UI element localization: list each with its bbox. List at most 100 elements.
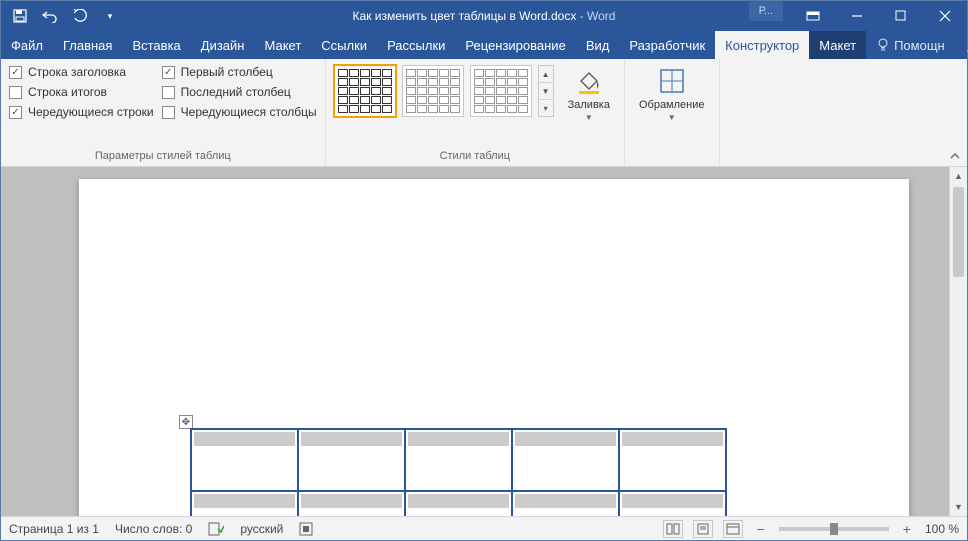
- group-label: Стили таблиц: [334, 148, 616, 164]
- maximize-button[interactable]: [879, 1, 923, 31]
- spellcheck-button[interactable]: [208, 522, 224, 536]
- chevron-up-icon: ▲: [539, 66, 553, 83]
- zoom-out-button[interactable]: −: [753, 521, 769, 537]
- ribbon-display-button[interactable]: [791, 1, 835, 31]
- zoom-slider-knob[interactable]: [830, 523, 838, 535]
- borders-button[interactable]: Обрамление ▼: [633, 63, 711, 124]
- checkbox-icon: [162, 106, 175, 119]
- scroll-up-button[interactable]: ▲: [950, 167, 967, 185]
- share-button[interactable]: [955, 37, 968, 53]
- save-icon: [13, 9, 27, 23]
- read-mode-icon: [666, 523, 680, 535]
- table-row: [191, 491, 726, 516]
- more-icon: ▾: [539, 100, 553, 116]
- close-button[interactable]: [923, 1, 967, 31]
- ribbon-display-icon: [806, 11, 820, 21]
- paint-bucket-icon: [573, 65, 605, 97]
- opt-last-col[interactable]: Последний столбец: [162, 85, 317, 99]
- opt-banded-rows[interactable]: Чередующиеся строки: [9, 105, 154, 119]
- redo-icon: [73, 9, 87, 23]
- document-table[interactable]: [190, 428, 727, 516]
- scroll-down-button[interactable]: ▼: [950, 498, 967, 516]
- zoom-level[interactable]: 100 %: [925, 522, 959, 536]
- scroll-thumb[interactable]: [953, 187, 964, 277]
- tab-developer[interactable]: Разработчик: [619, 31, 715, 59]
- print-layout-icon: [696, 523, 710, 535]
- scroll-track[interactable]: [950, 185, 967, 498]
- checkbox-icon: [9, 86, 22, 99]
- chevron-up-icon: [949, 150, 961, 162]
- zoom-slider[interactable]: [779, 527, 889, 531]
- table-styles-gallery: ▲ ▼ ▾: [334, 63, 554, 117]
- status-bar: Страница 1 из 1 Число слов: 0 русский − …: [1, 516, 967, 540]
- tab-mailings[interactable]: Рассылки: [377, 31, 455, 59]
- opt-banded-cols[interactable]: Чередующиеся столбцы: [162, 105, 317, 119]
- tab-view[interactable]: Вид: [576, 31, 620, 59]
- checkbox-icon: [9, 106, 22, 119]
- table-style-thumb[interactable]: [402, 65, 464, 117]
- page-indicator[interactable]: Страница 1 из 1: [9, 522, 99, 536]
- word-count[interactable]: Число слов: 0: [115, 522, 192, 536]
- document-area[interactable]: ✥: [1, 167, 949, 516]
- account-button[interactable]: Р...: [749, 1, 783, 21]
- quick-access-toolbar: ▾: [1, 3, 123, 29]
- opt-total-row[interactable]: Строка итогов: [9, 85, 154, 99]
- language-indicator[interactable]: русский: [240, 522, 283, 536]
- ribbon-tabs: Файл Главная Вставка Дизайн Макет Ссылки…: [1, 31, 967, 59]
- opt-header-row[interactable]: Строка заголовка: [9, 65, 154, 79]
- tab-table-design[interactable]: Конструктор: [715, 31, 809, 59]
- checkbox-icon: [162, 86, 175, 99]
- tab-table-layout[interactable]: Макет: [809, 31, 866, 59]
- print-layout-button[interactable]: [693, 520, 713, 538]
- window-controls: Р...: [749, 1, 967, 31]
- tab-design[interactable]: Дизайн: [191, 31, 255, 59]
- web-layout-icon: [726, 523, 740, 535]
- collapse-ribbon-button[interactable]: [949, 150, 961, 162]
- lightbulb-icon: [876, 38, 890, 52]
- table-row: [191, 429, 726, 491]
- shading-button[interactable]: Заливка ▼: [562, 63, 616, 124]
- window-title: Как изменить цвет таблицы в Word.docx - …: [353, 9, 616, 23]
- table-style-thumb[interactable]: [334, 65, 396, 117]
- tell-me-search[interactable]: Помощн: [866, 38, 955, 53]
- chevron-down-icon: ▼: [539, 83, 553, 100]
- tab-file[interactable]: Файл: [1, 31, 53, 59]
- tab-insert[interactable]: Вставка: [122, 31, 190, 59]
- read-mode-button[interactable]: [663, 520, 683, 538]
- group-label: [633, 148, 711, 164]
- vertical-scrollbar[interactable]: ▲ ▼: [949, 167, 967, 516]
- tab-review[interactable]: Рецензирование: [455, 31, 575, 59]
- minimize-button[interactable]: [835, 1, 879, 31]
- minimize-icon: [851, 10, 863, 22]
- table-move-handle[interactable]: ✥: [179, 415, 193, 429]
- group-borders: Обрамление ▼: [625, 59, 720, 166]
- undo-icon: [42, 9, 58, 23]
- doc-name: Как изменить цвет таблицы в Word.docx: [353, 9, 577, 23]
- redo-button[interactable]: [67, 3, 93, 29]
- ribbon-body: Строка заголовка Строка итогов Чередующи…: [1, 59, 967, 167]
- opt-first-col[interactable]: Первый столбец: [162, 65, 317, 79]
- group-label: Параметры стилей таблиц: [9, 148, 317, 164]
- tab-layout[interactable]: Макет: [254, 31, 311, 59]
- macro-icon: [299, 522, 313, 536]
- close-icon: [939, 10, 951, 22]
- zoom-in-button[interactable]: +: [899, 521, 915, 537]
- save-button[interactable]: [7, 3, 33, 29]
- chevron-down-icon: ▼: [585, 113, 593, 122]
- macro-button[interactable]: [299, 522, 313, 536]
- tab-home[interactable]: Главная: [53, 31, 122, 59]
- checkbox-icon: [162, 66, 175, 79]
- table-style-thumb[interactable]: [470, 65, 532, 117]
- group-table-styles: ▲ ▼ ▾ Заливка ▼ Стили таблиц: [326, 59, 625, 166]
- qat-customize-button[interactable]: ▾: [97, 3, 123, 29]
- web-layout-button[interactable]: [723, 520, 743, 538]
- checkbox-icon: [9, 66, 22, 79]
- undo-button[interactable]: [37, 3, 63, 29]
- tab-references[interactable]: Ссылки: [311, 31, 377, 59]
- maximize-icon: [895, 10, 907, 22]
- gallery-more-button[interactable]: ▲ ▼ ▾: [538, 65, 554, 117]
- borders-icon: [656, 65, 688, 97]
- spellcheck-icon: [208, 522, 224, 536]
- group-table-style-options: Строка заголовка Строка итогов Чередующи…: [1, 59, 326, 166]
- title-bar: ▾ Как изменить цвет таблицы в Word.docx …: [1, 1, 967, 31]
